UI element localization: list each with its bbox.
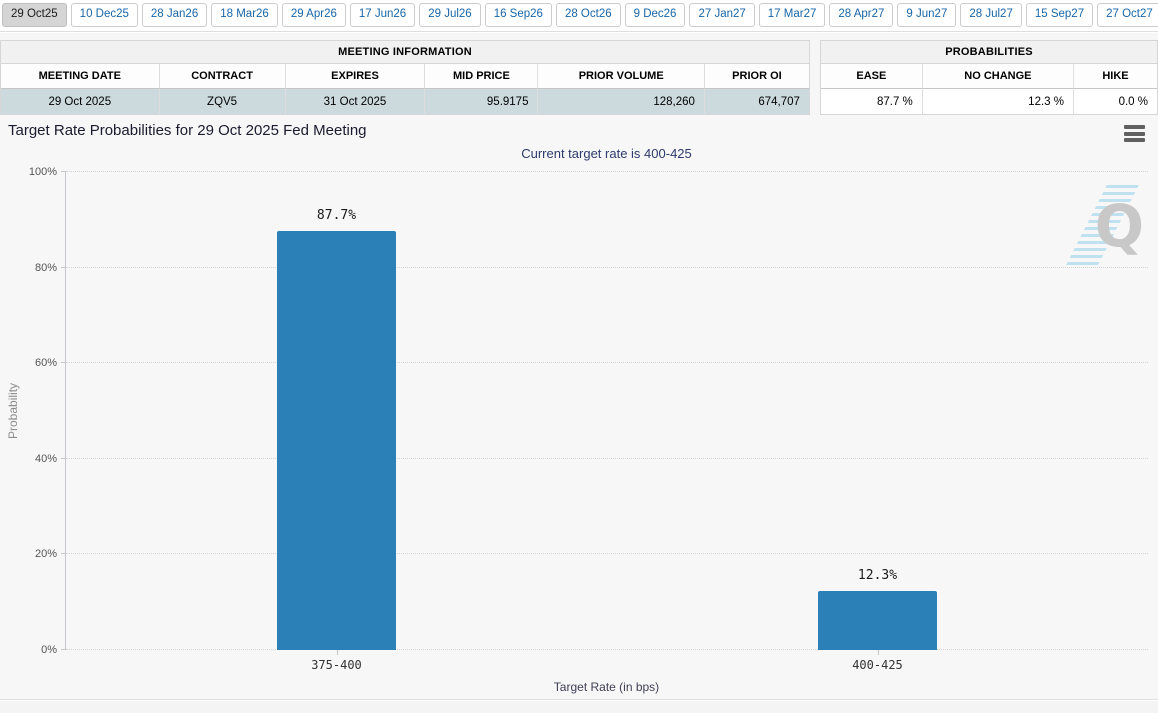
- tab-17-jun26[interactable]: 17 Jun26: [349, 3, 416, 27]
- menu-bar: [1124, 131, 1145, 136]
- column-header: PRIOR VOLUME: [537, 64, 704, 89]
- table-cell: 87.7 %: [821, 89, 922, 114]
- table-cell: 128,260: [537, 89, 704, 114]
- chart-title: Target Rate Probabilities for 29 Oct 202…: [8, 122, 367, 139]
- bar-chart-plot-area: 0% 20% 40% 60% 80% 100% 87.7% 375-400 12.3% 400-4…: [29, 166, 1148, 672]
- column-header: EASE: [821, 64, 922, 89]
- column-header: CONTRACT: [158, 64, 285, 89]
- gridline: [66, 171, 1148, 172]
- table-cell: 29 Oct 2025: [1, 89, 159, 114]
- tab-28-apr27[interactable]: 28 Apr27: [829, 3, 894, 27]
- gridline: [66, 553, 1148, 555]
- y-tick-mark: [61, 553, 66, 555]
- tab-18-mar26[interactable]: 18 Mar26: [211, 3, 278, 27]
- tab-28-jul27[interactable]: 28 Jul27: [960, 3, 1022, 27]
- table-cell: 95.9175: [424, 89, 538, 114]
- column-header: PRIOR OI: [703, 64, 809, 89]
- bar-value-label: 87.7%: [316, 207, 357, 223]
- tab-9-jun27[interactable]: 9 Jun27: [897, 3, 957, 27]
- probabilities-title: PROBABILITIES: [821, 41, 1157, 64]
- table-cell: 31 Oct 2025: [284, 89, 425, 114]
- y-tick-mark: [61, 266, 66, 268]
- x-category-label: 375-400: [311, 658, 362, 672]
- y-tick-mark: [61, 457, 66, 459]
- y-tick-label: 40%: [34, 452, 57, 465]
- tab-27-oct27[interactable]: 27 Oct27: [1097, 3, 1158, 27]
- tab-17-mar27[interactable]: 17 Mar27: [758, 3, 826, 27]
- y-tick-mark: [61, 362, 66, 364]
- tab-29-oct25[interactable]: 29 Oct25: [2, 3, 67, 27]
- table-cell: 0.0 %: [1072, 89, 1157, 114]
- column-header: HIKE: [1072, 64, 1157, 89]
- tab-29-jul26[interactable]: 29 Jul26: [419, 3, 481, 27]
- gridline: [66, 649, 1148, 650]
- hamburger-menu-icon[interactable]: [1124, 125, 1145, 142]
- column-header: MID PRICE: [424, 64, 538, 89]
- x-axis-title: Target Rate (in bps): [553, 680, 660, 694]
- tab-28-jan26[interactable]: 28 Jan26: [141, 3, 208, 27]
- meeting-information-table: MEETING INFORMATION MEETING DATE CONTRACT…: [0, 40, 810, 115]
- gridline: [66, 266, 1148, 268]
- y-tick-label: 80%: [34, 261, 57, 274]
- probability-bar-400-425[interactable]: [818, 591, 937, 650]
- tab-29-apr26[interactable]: 29 Apr26: [281, 3, 346, 27]
- table-cell: 674,707: [703, 89, 809, 114]
- probabilities-data-row: 87.7 % 12.3 % 0.0 %: [821, 89, 1157, 114]
- tab-15-sep27[interactable]: 15 Sep27: [1025, 3, 1094, 27]
- chart-subtitle: Current target rate is 400-425: [521, 146, 692, 161]
- menu-bar: [1124, 125, 1145, 129]
- y-tick-label: 60%: [34, 357, 57, 370]
- column-header: NO CHANGE: [921, 64, 1073, 89]
- column-header: MEETING DATE: [1, 64, 159, 89]
- y-tick-mark: [61, 649, 66, 650]
- probabilities-table: PROBABILITIES EASE NO CHANGE HIKE 87.7 % 12…: [820, 40, 1158, 115]
- y-tick-label: 100%: [28, 166, 57, 178]
- tables-zone: MEETING INFORMATION MEETING DATE CONTRACT…: [0, 33, 1158, 115]
- gridline: [66, 457, 1148, 459]
- meeting-information-title: MEETING INFORMATION: [1, 41, 809, 64]
- menu-bar: [1124, 138, 1145, 142]
- x-category-label: 400-425: [852, 658, 903, 672]
- tab-10-dec25[interactable]: 10 Dec25: [70, 3, 138, 27]
- gridline: [66, 362, 1148, 364]
- meeting-tabs: 29 Oct25 10 Dec25 28 Jan26 18 Mar26 29 Apr26…: [0, 0, 1158, 32]
- x-tick-mark: [877, 650, 879, 655]
- y-tick-label: 20%: [34, 548, 57, 561]
- probability-bar-375-400[interactable]: [277, 230, 396, 650]
- tab-28-oct26[interactable]: 28 Oct26: [555, 3, 621, 27]
- meeting-information-header-row: MEETING DATE CONTRACT EXPIRES MID PRICE PRIO…: [1, 64, 809, 89]
- y-axis-title: Probability: [6, 382, 20, 440]
- tab-27-jan27[interactable]: 27 Jan27: [689, 3, 755, 27]
- tab-16-sep26[interactable]: 16 Sep26: [484, 3, 552, 27]
- table-cell: ZQV5: [158, 89, 285, 114]
- meeting-information-data-row: 29 Oct 2025 ZQV5 31 Oct 2025 95.9175 128,260…: [1, 89, 809, 114]
- bottom-strip: [0, 701, 1158, 713]
- y-tick-mark: [61, 171, 66, 172]
- bar-value-label: 12.3%: [857, 568, 898, 584]
- tab-9-dec26[interactable]: 9 Dec26: [624, 3, 686, 27]
- x-tick-mark: [336, 650, 338, 655]
- target-rate-chart-panel: Target Rate Probabilities for 29 Oct 202…: [0, 115, 1158, 700]
- y-tick-label: 0%: [41, 644, 57, 656]
- table-cell: 12.3 %: [921, 89, 1073, 114]
- column-header: EXPIRES: [284, 64, 425, 89]
- probabilities-header-row: EASE NO CHANGE HIKE: [821, 64, 1157, 89]
